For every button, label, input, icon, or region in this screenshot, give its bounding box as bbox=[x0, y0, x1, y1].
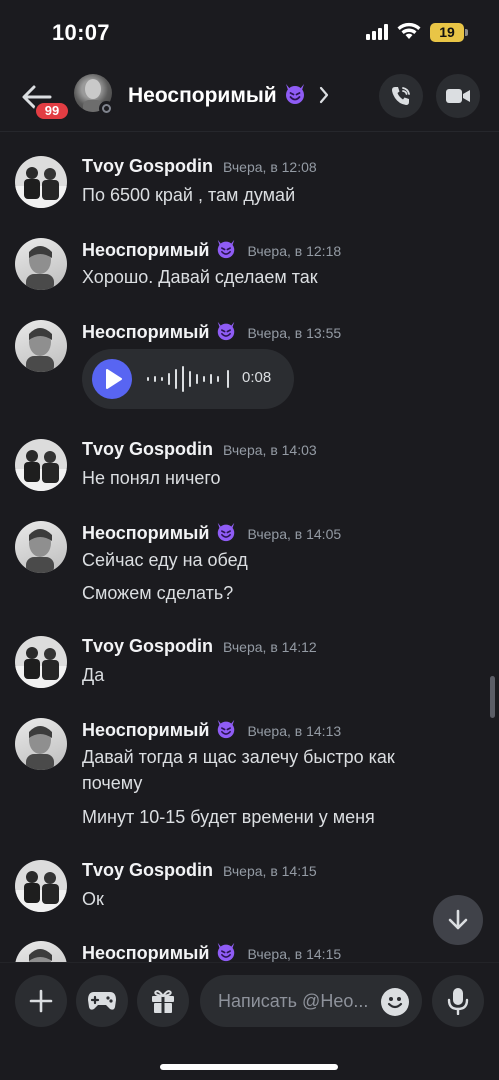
voice-message-player: 0:08 bbox=[82, 349, 294, 409]
emoji-picker-button[interactable] bbox=[381, 988, 409, 1016]
wifi-icon bbox=[397, 22, 421, 39]
message-text: Минут 10-15 будет времени у меня bbox=[82, 807, 375, 827]
avatar[interactable] bbox=[15, 521, 67, 573]
voice-call-button[interactable] bbox=[379, 74, 423, 118]
message-timestamp: Вчера, в 14:05 bbox=[247, 526, 342, 542]
gamepad-icon bbox=[88, 992, 116, 1010]
message-text: Ок bbox=[82, 889, 104, 909]
presence-status-icon bbox=[99, 101, 114, 116]
video-camera-icon bbox=[446, 89, 470, 103]
battery-indicator: 19 bbox=[430, 23, 468, 42]
message-author[interactable]: Неоспоримый Вчера, в 13:55 bbox=[82, 320, 341, 343]
cellular-signal-icon bbox=[366, 24, 390, 40]
smiling-devil-emoji-icon bbox=[218, 321, 235, 341]
voice-duration: 0:08 bbox=[242, 369, 272, 386]
message-author[interactable]: Неоспоримый Вчера, в 14:15 bbox=[82, 941, 341, 962]
avatar[interactable] bbox=[15, 636, 67, 688]
smiling-devil-emoji-icon bbox=[218, 239, 235, 259]
avatar[interactable] bbox=[15, 439, 67, 491]
message-text: Сможем сделать? bbox=[82, 583, 234, 603]
scrollbar[interactable] bbox=[490, 676, 495, 718]
page-title[interactable]: Неоспоримый bbox=[128, 82, 307, 108]
avatar[interactable] bbox=[15, 238, 67, 290]
microphone-icon bbox=[447, 988, 469, 1015]
message-author[interactable]: Неоспоримый Вчера, в 12:18 bbox=[82, 238, 341, 261]
message-timestamp: Вчера, в 14:15 bbox=[223, 863, 317, 879]
chevron-right-icon[interactable] bbox=[318, 85, 330, 105]
jump-to-latest-button[interactable] bbox=[433, 895, 483, 945]
message-text: Давай тогда я щас залечу быстро как поче… bbox=[82, 747, 395, 793]
message-timestamp: Вчера, в 14:15 bbox=[247, 946, 342, 962]
status-bar: 10:07 19 bbox=[0, 0, 499, 66]
message-author[interactable]: Tvoy Gospodin Вчера, в 14:12 bbox=[82, 636, 317, 657]
message-timestamp: Вчера, в 13:55 bbox=[247, 325, 342, 341]
gift-icon bbox=[152, 990, 174, 1013]
play-icon bbox=[106, 369, 122, 389]
avatar[interactable] bbox=[15, 860, 67, 912]
smiling-devil-emoji-icon bbox=[218, 719, 235, 739]
message-text: Да bbox=[82, 665, 105, 685]
message-composer bbox=[0, 962, 499, 1080]
avatar[interactable] bbox=[15, 941, 67, 962]
status-time: 10:07 bbox=[52, 20, 110, 45]
video-call-button[interactable] bbox=[436, 74, 480, 118]
smiling-devil-emoji-icon bbox=[218, 522, 235, 542]
message-text: По 6500 край , там думай bbox=[82, 185, 296, 205]
channel-name: Неоспоримый bbox=[128, 84, 277, 107]
message-text: Сейчас еду на обед bbox=[82, 550, 248, 570]
play-button[interactable] bbox=[92, 359, 132, 399]
home-indicator bbox=[160, 1064, 338, 1070]
message-author[interactable]: Tvoy Gospodin Вчера, в 14:03 bbox=[82, 439, 317, 460]
message-author[interactable]: Неоспоримый Вчера, в 14:13 bbox=[82, 718, 341, 741]
message-timestamp: Вчера, в 14:13 bbox=[247, 723, 342, 739]
waveform-icon[interactable] bbox=[146, 363, 230, 395]
smiling-devil-emoji-icon bbox=[218, 942, 235, 962]
plus-icon bbox=[29, 989, 53, 1013]
message-timestamp: Вчера, в 14:12 bbox=[223, 639, 317, 655]
avatar[interactable] bbox=[15, 718, 67, 770]
arrow-down-icon bbox=[448, 909, 468, 930]
message-author[interactable]: Tvoy Gospodin Вчера, в 14:15 bbox=[82, 860, 317, 881]
message-list[interactable]: Tvoy Gospodin Вчера, в 12:08 По 6500 край… bbox=[0, 133, 499, 962]
message-author[interactable]: Неоспоримый Вчера, в 14:05 bbox=[82, 521, 341, 544]
add-attachment-button[interactable] bbox=[15, 975, 67, 1027]
smile-icon bbox=[387, 997, 403, 1009]
message-text: Не понял ничего bbox=[82, 468, 221, 488]
gift-button[interactable] bbox=[137, 975, 189, 1027]
unread-badge: 99 bbox=[34, 101, 70, 121]
message-author[interactable]: Tvoy Gospodin Вчера, в 12:08 bbox=[82, 156, 317, 177]
message-timestamp: Вчера, в 12:18 bbox=[247, 243, 342, 259]
message-timestamp: Вчера, в 14:03 bbox=[223, 442, 317, 458]
activities-button[interactable] bbox=[76, 975, 128, 1027]
avatar[interactable] bbox=[15, 156, 67, 208]
phone-call-icon bbox=[392, 87, 410, 105]
message-timestamp: Вчера, в 12:08 bbox=[223, 159, 317, 175]
message-text: Хорошо. Давай сделаем так bbox=[82, 267, 318, 287]
smiling-devil-emoji-icon bbox=[285, 84, 304, 104]
voice-record-button[interactable] bbox=[432, 975, 484, 1027]
avatar[interactable] bbox=[15, 320, 67, 372]
